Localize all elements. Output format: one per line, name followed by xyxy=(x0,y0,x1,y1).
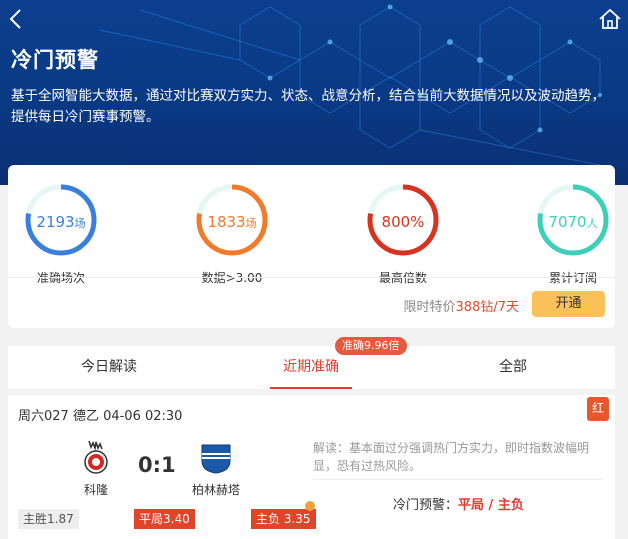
price-text: 限时特价388钻/7天 xyxy=(403,300,519,315)
subscribe-button[interactable]: 开通 xyxy=(532,291,605,317)
stat-value: 2193场 xyxy=(36,213,86,231)
stat-data-over-3: 1833场 数据>3.00 xyxy=(182,175,282,286)
odd-home-win: 主胜1.87 xyxy=(18,509,79,529)
result-tag: 红 xyxy=(587,397,609,421)
match-card[interactable]: 周六027 德乙 04-06 02:30 红 科隆 0:1 柏林赫塔 解读：基本… xyxy=(8,395,615,539)
stat-value: 800% xyxy=(381,213,425,231)
stats-card: 2193场 准确场次 1833场 数据>3.00 800% 最高倍数 7070人 xyxy=(8,165,615,328)
back-arrow-icon[interactable] xyxy=(6,8,28,30)
hero-banner: 冷门预警 基于全网智能大数据，通过对比赛双方实力、状态、战意分析，结合当前大数据… xyxy=(0,0,628,185)
stat-accurate-matches: 2193场 准确场次 xyxy=(11,175,111,286)
match-info: 周六027 德乙 04-06 02:30 xyxy=(18,409,183,424)
divider xyxy=(313,479,603,480)
analysis-text: 解读：基本面过分强调热门方实力，即时指数波幅明显，恐有过热风险。 xyxy=(313,441,590,473)
tab-today[interactable]: 今日解读 xyxy=(8,346,210,389)
upset-alert: 冷门预警：平局 / 主负 xyxy=(393,498,524,513)
stat-value: 1833场 xyxy=(207,213,257,231)
accuracy-badge: 准确9.96倍 xyxy=(335,337,407,355)
match-score: 0:1 xyxy=(138,453,176,477)
koln-logo-icon xyxy=(84,440,108,474)
stat-total-subscribers: 7070人 累计订阅 xyxy=(523,175,623,286)
away-team-name: 柏林赫塔 xyxy=(191,483,240,497)
hit-check-icon xyxy=(305,501,315,511)
tab-bar: 今日解读 近期准确 全部 xyxy=(8,346,615,389)
page-title: 冷门预警 xyxy=(11,48,99,72)
home-team: 科隆 xyxy=(66,439,126,498)
home-team-name: 科隆 xyxy=(83,483,108,497)
away-team: 柏林赫塔 xyxy=(186,439,246,498)
active-tab-indicator xyxy=(270,387,352,389)
tab-all[interactable]: 全部 xyxy=(412,346,614,389)
upset-alert-value: 平局 / 主负 xyxy=(458,498,524,513)
divider xyxy=(8,277,615,278)
odd-draw: 平局3.40 xyxy=(134,509,195,529)
hertha-logo-icon xyxy=(201,444,231,474)
price-value: 388钻/7天 xyxy=(455,300,519,315)
stat-max-multiple: 800% 最高倍数 xyxy=(353,175,453,286)
page-description: 基于全网智能大数据，通过对比赛双方实力、状态、战意分析，结合当前大数据情况以及波… xyxy=(11,88,605,125)
stat-value: 7070人 xyxy=(548,213,598,231)
odd-away-win: 主负 3.35 xyxy=(251,509,316,529)
home-icon[interactable] xyxy=(598,8,622,30)
